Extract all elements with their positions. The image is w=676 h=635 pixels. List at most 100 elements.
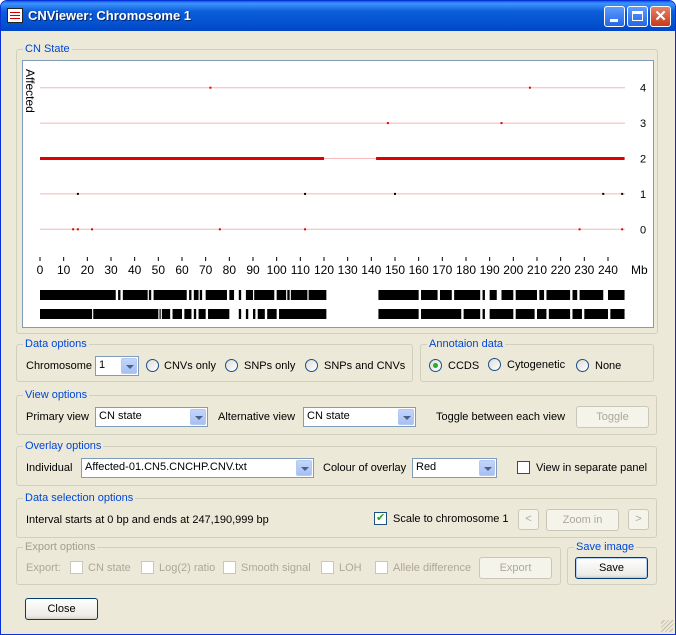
save-button[interactable]: Save: [575, 557, 648, 579]
resize-grip[interactable]: [661, 620, 673, 632]
x-tick-label: 130: [338, 263, 358, 277]
minimize-button[interactable]: [604, 6, 625, 27]
cn-point: [209, 86, 212, 89]
ccds-label[interactable]: CCDS: [448, 359, 479, 373]
annotation-block: [610, 309, 625, 319]
export-log2-ratio-checkbox[interactable]: [141, 561, 154, 574]
window-title: CNViewer: Chromosome 1: [28, 8, 192, 23]
export-allele-difference-checkbox[interactable]: [375, 561, 388, 574]
cn-state-plot[interactable]: Affected 0 1 2 3 4 0 10 20 30 40 50 60 70 80 90 100 110 12…: [22, 60, 654, 328]
cn-point: [621, 228, 624, 231]
alternative-view-label: Alternative view: [218, 411, 296, 423]
export-loh-label: LOH: [339, 562, 362, 574]
cn-point: [76, 228, 79, 231]
cnvs-only-label[interactable]: CNVs only: [164, 359, 216, 373]
export-allele-difference-label: Allele difference: [393, 562, 472, 574]
cnviewer-window: CNViewer: Chromosome 1 ✕ CN State Affect…: [0, 0, 676, 635]
export-cn-state-label: CN state: [88, 562, 131, 574]
annotation-block: [308, 290, 327, 300]
close-window-button[interactable]: ✕: [650, 6, 671, 27]
export-log2-ratio-label: Log(2) ratio: [159, 562, 216, 574]
individual-value: Affected-01.CN5.CNCHP.CNV.txt: [85, 461, 247, 473]
toggle-views-label: Toggle between each view: [436, 411, 566, 423]
annotation-block: [421, 290, 438, 300]
annotation-block: [546, 290, 571, 300]
toggle-button[interactable]: Toggle: [576, 406, 649, 428]
x-tick-label: 150: [385, 263, 405, 277]
x-tick-label: 210: [527, 263, 547, 277]
title-bar[interactable]: CNViewer: Chromosome 1 ✕: [1, 1, 675, 31]
chevron-down-icon[interactable]: [398, 409, 414, 425]
annotation-block: [118, 290, 121, 300]
annotation-block: [378, 290, 419, 300]
annotation-block: [421, 309, 462, 319]
annotation-block: [579, 290, 604, 300]
chevron-down-icon[interactable]: [479, 460, 495, 476]
annotation-block: [189, 290, 192, 300]
snps-and-cnvs-label[interactable]: SNPs and CNVs: [324, 359, 405, 373]
annotation-block: [229, 290, 235, 300]
export-smooth-signal-checkbox[interactable]: [223, 561, 236, 574]
cytogenetic-label[interactable]: Cytogenetic: [507, 358, 565, 372]
x-tick-label: 30: [104, 263, 118, 277]
zoom-in-button[interactable]: Zoom in: [546, 509, 619, 531]
x-tick-label: 230: [574, 263, 594, 277]
none-radio[interactable]: [576, 359, 589, 372]
annotation-block: [245, 309, 249, 319]
snps-only-label[interactable]: SNPs only: [244, 359, 295, 373]
colour-of-overlay-select[interactable]: Red: [412, 458, 497, 478]
cnvs-only-radio[interactable]: [146, 359, 159, 372]
cn-point: [304, 192, 307, 195]
annotation-block: [238, 290, 242, 300]
overlay-options-legend: Overlay options: [25, 440, 102, 452]
x-tick-label: 170: [432, 263, 452, 277]
scale-to-chromosome-label[interactable]: Scale to chromosome 1: [393, 512, 509, 526]
snps-only-radio[interactable]: [225, 359, 238, 372]
chromosome-select[interactable]: 1: [95, 356, 139, 376]
x-tick-label: 60: [175, 263, 189, 277]
annotation-block: [238, 309, 242, 319]
scale-to-chromosome-checkbox[interactable]: [374, 511, 387, 525]
x-tick-label: 200: [503, 263, 523, 277]
view-options-legend: View options: [25, 389, 88, 401]
individual-select[interactable]: Affected-01.CN5.CNCHP.CNV.txt: [81, 458, 314, 478]
x-tick-label: 240: [598, 263, 618, 277]
snps-and-cnvs-radio[interactable]: [305, 359, 318, 372]
annotation-block: [378, 309, 419, 319]
export-loh-checkbox[interactable]: [321, 561, 334, 574]
previous-arrow-button[interactable]: <: [518, 509, 539, 530]
maximize-button[interactable]: [627, 6, 648, 27]
annotation-block: [184, 309, 192, 319]
cytogenetic-radio[interactable]: [488, 358, 501, 371]
annotation-block: [489, 309, 514, 319]
annotation-block: [482, 290, 485, 300]
export-cn-state-checkbox[interactable]: [70, 561, 83, 574]
annotation-block: [254, 290, 275, 300]
next-arrow-button[interactable]: >: [628, 509, 649, 530]
none-label[interactable]: None: [595, 359, 621, 373]
annotation-block: [489, 290, 497, 300]
annotation-block: [463, 309, 481, 319]
chevron-down-icon[interactable]: [190, 409, 206, 425]
chevron-down-icon[interactable]: [296, 460, 312, 476]
x-tick-label: 100: [267, 263, 287, 277]
export-button[interactable]: Export: [479, 557, 552, 579]
primary-view-label: Primary view: [26, 411, 89, 423]
colour-of-overlay-value: Red: [416, 461, 437, 473]
annotation-block: [572, 290, 578, 300]
x-tick-label: 120: [314, 263, 334, 277]
chevron-down-icon[interactable]: [121, 358, 137, 374]
alternative-view-select[interactable]: CN state: [303, 407, 416, 427]
annotation-block: [501, 290, 514, 300]
cn-point: [578, 228, 581, 231]
primary-view-select[interactable]: CN state: [95, 407, 208, 427]
annotation-block: [548, 309, 571, 319]
ccds-radio[interactable]: [429, 359, 442, 372]
separate-panel-label[interactable]: View in separate panel: [536, 461, 647, 475]
annotation-block: [276, 290, 287, 300]
app-icon: [7, 8, 23, 23]
close-button[interactable]: Close: [25, 598, 98, 620]
x-tick-label: 110: [291, 263, 310, 277]
cn-point: [500, 122, 503, 125]
separate-panel-checkbox[interactable]: [517, 461, 530, 474]
